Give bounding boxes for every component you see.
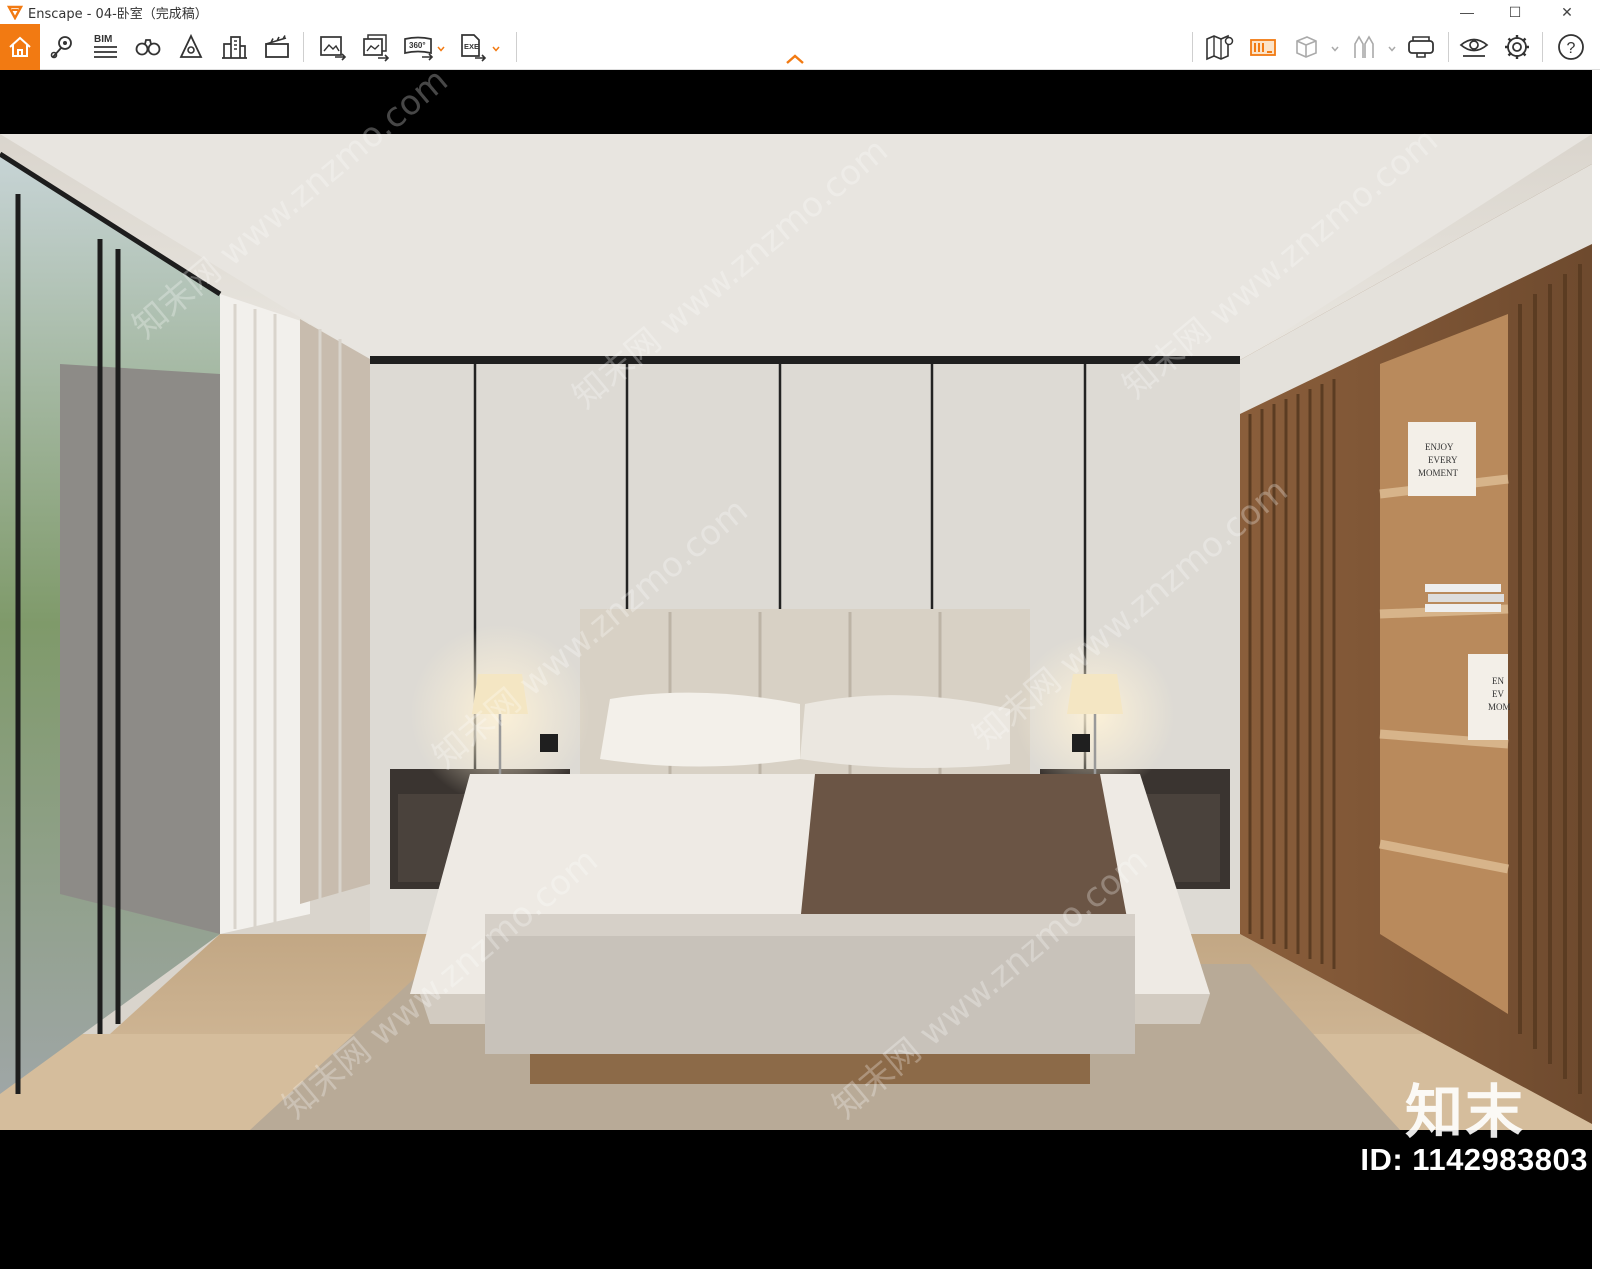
minimize-icon: — xyxy=(1460,4,1474,20)
cube-button[interactable] xyxy=(1286,27,1326,67)
help-icon: ? xyxy=(1558,34,1584,60)
cube-icon xyxy=(1296,36,1317,58)
book-text-3: MOMENT xyxy=(1418,468,1459,478)
batch-render-button[interactable] xyxy=(355,27,395,67)
toolbar-separator xyxy=(303,32,304,62)
toolbar-separator xyxy=(1448,32,1449,62)
bim-icon: BIM xyxy=(94,34,117,58)
home-button[interactable] xyxy=(0,24,40,70)
export-image-icon xyxy=(320,36,347,61)
toolbar-separator xyxy=(516,32,517,62)
light-view-button[interactable] xyxy=(171,27,211,67)
close-icon: ✕ xyxy=(1561,3,1573,20)
home-icon xyxy=(9,36,31,57)
export-exe-dropdown-icon[interactable] xyxy=(491,44,501,54)
clapper-icon xyxy=(265,35,289,58)
bim-button[interactable]: BIM xyxy=(85,27,125,67)
export-exe-button[interactable]: EXE xyxy=(452,27,492,67)
partial-book-text-2: EV xyxy=(1492,689,1504,699)
eye-icon xyxy=(1459,38,1489,57)
clapper-button[interactable] xyxy=(257,27,297,67)
asset-library-button[interactable] xyxy=(1243,27,1283,67)
bedroom-scene: ENJOY EVERY MOMENT EN EV MOM xyxy=(0,134,1592,1130)
collapse-toolbar-button[interactable] xyxy=(784,52,806,66)
bim-label: BIM xyxy=(94,34,112,45)
toolbar-separator xyxy=(1192,32,1193,62)
toolbar-separator xyxy=(1542,32,1543,62)
vr-figure-icon xyxy=(1354,35,1374,58)
map-button[interactable] xyxy=(1200,27,1240,67)
maximize-icon: ☐ xyxy=(1508,3,1522,20)
buildings-icon xyxy=(222,36,247,59)
export-image-button[interactable] xyxy=(312,27,352,67)
light-view-icon xyxy=(179,33,203,58)
map-icon xyxy=(1206,34,1234,61)
gear-icon xyxy=(1505,35,1529,59)
binoculars-button[interactable] xyxy=(128,27,168,67)
visual-settings-button[interactable] xyxy=(1454,27,1494,67)
batch-render-icon xyxy=(363,34,390,62)
partial-book-text-1: EN xyxy=(1492,676,1504,686)
enscape-logo-icon xyxy=(6,3,24,21)
cube-dropdown-icon[interactable] xyxy=(1330,44,1340,54)
chevron-up-icon xyxy=(786,54,804,64)
close-button[interactable]: ✕ xyxy=(1544,0,1590,24)
vr-dropdown-icon[interactable] xyxy=(1387,44,1397,54)
help-label: ? xyxy=(1567,40,1576,57)
book-text-1: ENJOY xyxy=(1425,442,1454,452)
maximize-button[interactable]: ☐ xyxy=(1492,0,1538,24)
watermark-id: ID: 1142983803 xyxy=(1360,1142,1588,1177)
title-bar: Enscape - 04-卧室（完成稿） — ☐ ✕ xyxy=(0,0,1600,24)
bedroom-render-image: ENJOY EVERY MOMENT EN EV MOM xyxy=(0,134,1592,1130)
book-text-2: EVERY xyxy=(1428,455,1458,465)
settings-button[interactable] xyxy=(1497,27,1537,67)
panorama-label: 360° xyxy=(409,41,426,50)
viewport-edge xyxy=(1592,70,1600,1269)
main-toolbar: BIM 360° EXE ? xyxy=(0,24,1600,70)
asset-library-icon xyxy=(1250,39,1276,56)
watermark-logo-text: 知末 xyxy=(1405,1078,1526,1146)
partial-book-text-3: MOM xyxy=(1488,702,1511,712)
exe-label: EXE xyxy=(464,42,479,51)
minimize-button[interactable]: — xyxy=(1444,0,1490,24)
panorama-dropdown-icon[interactable] xyxy=(436,44,446,54)
export-exe-icon: EXE xyxy=(461,34,487,62)
buildings-button[interactable] xyxy=(214,27,254,67)
binoculars-icon xyxy=(135,39,161,56)
vr-headset-button[interactable] xyxy=(1401,27,1441,67)
watermark-logo: 知末 xyxy=(1405,1065,1545,1146)
location-button[interactable] xyxy=(42,27,82,67)
vr-figure-button[interactable] xyxy=(1344,27,1384,67)
help-button[interactable]: ? xyxy=(1551,27,1591,67)
panorama-360-icon: 360° xyxy=(404,36,434,61)
map-pin-icon xyxy=(50,36,72,59)
window-title: Enscape - 04-卧室（完成稿） xyxy=(28,6,208,22)
vr-headset-icon xyxy=(1408,36,1434,58)
